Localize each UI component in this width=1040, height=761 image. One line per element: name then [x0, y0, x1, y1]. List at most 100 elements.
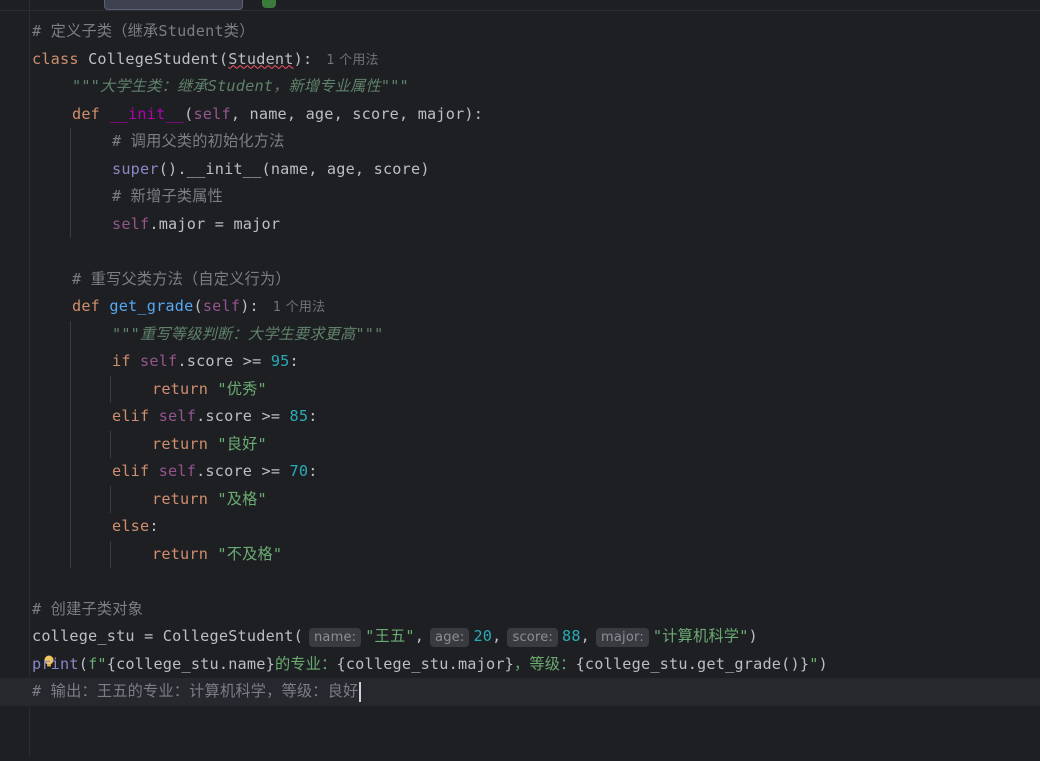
code-line: print(f"{college_stu.name}的专业：{college_s…	[32, 654, 828, 673]
code-line: elif self.score >= 85:	[0, 403, 1040, 431]
indent-guide	[70, 320, 71, 348]
indent-guide	[70, 183, 71, 211]
code-line: self.major = major	[0, 210, 1040, 238]
indent-guide	[70, 540, 71, 568]
indent-guide	[70, 403, 71, 431]
string: ，等级：	[514, 654, 576, 673]
self-param: self	[193, 104, 231, 123]
indent-guide	[70, 485, 71, 513]
docstring: """大学生类：继承Student，新增专业属性"""	[72, 77, 409, 95]
code-editor[interactable]: # 定义子类（继承Student类） class CollegeStudent(…	[0, 18, 1040, 706]
self-ref: self	[112, 214, 150, 233]
code-line: # 调用父类的初始化方法	[0, 128, 1040, 156]
code-line: def __init__(self, name, age, score, maj…	[72, 104, 484, 123]
keyword: else	[112, 517, 150, 535]
indent-guide	[110, 485, 111, 513]
keyword: def	[72, 104, 101, 123]
indent-guide	[70, 210, 71, 238]
code-line: """大学生类：继承Student，新增专业属性"""	[0, 73, 1040, 101]
code-line: # 定义子类（继承Student类）	[0, 18, 1040, 46]
docstring: """重写等级判断：大学生要求更高"""	[112, 324, 384, 343]
comment: # 输出：王五的专业：计算机科学，等级：良好	[32, 682, 359, 700]
keyword: if	[112, 352, 131, 370]
indent-guide	[110, 540, 111, 568]
param-hint-name: name:	[308, 628, 362, 647]
code-line: # 创建子类对象	[0, 596, 1040, 624]
number: 95	[270, 352, 290, 370]
indent-guide	[70, 430, 71, 458]
method-name: get_grade	[109, 297, 194, 315]
self-ref: self	[140, 352, 178, 370]
comment: # 新增子类属性	[112, 187, 224, 205]
code-line: class CollegeStudent(Student): 1 个用法	[32, 49, 379, 68]
indent-guide	[110, 430, 111, 458]
editor-tab-bar	[0, 0, 1040, 11]
base-class[interactable]: Student	[228, 50, 293, 68]
params: , name, age, score, major):	[230, 104, 484, 123]
file-tab[interactable]	[262, 0, 276, 8]
method-call: __init__	[186, 159, 262, 178]
string: 的专业：	[274, 654, 337, 673]
code-line: """重写等级判断：大学生要求更高"""	[0, 320, 1040, 348]
indent-guide	[70, 458, 71, 486]
string: "王五"	[365, 627, 415, 645]
code-line: return "及格"	[0, 485, 1040, 513]
usages-hint[interactable]: 1 个用法	[273, 300, 325, 315]
string: "及格"	[217, 489, 267, 508]
indent-guide	[70, 155, 71, 183]
number: 88	[561, 627, 581, 645]
self-param: self	[202, 297, 241, 315]
indent-guide	[70, 513, 71, 541]
code-line: if self.score >= 95:	[0, 348, 1040, 376]
builtin-print: print	[32, 654, 79, 673]
fstring-expr: {college_stu.major}	[336, 654, 515, 673]
keyword: elif	[112, 462, 150, 480]
param-hint-score: score:	[507, 628, 558, 647]
indent-guide	[70, 348, 71, 376]
number: 20	[473, 627, 493, 645]
code-line: else:	[0, 513, 1040, 541]
keyword: return	[152, 544, 209, 563]
string: "不及格"	[217, 544, 283, 563]
keyword: return	[152, 434, 209, 453]
usages-hint[interactable]: 1 个用法	[326, 53, 378, 68]
indent-guide	[70, 128, 71, 156]
assignment: college_stu = CollegeStudent(	[32, 627, 303, 645]
code-line: # 新增子类属性	[0, 183, 1040, 211]
fstring-expr: {college_stu.get_grade()}	[575, 654, 810, 673]
comment: # 定义子类（继承Student类）	[32, 22, 255, 40]
code-line: return "不及格"	[0, 540, 1040, 568]
string: "优秀"	[217, 379, 267, 398]
code-line: def get_grade(self): 1 个用法	[72, 297, 326, 315]
class-name: CollegeStudent	[88, 49, 219, 68]
code-line: super().__init__(name, age, score)	[0, 155, 1040, 183]
param-hint-major: major:	[596, 628, 649, 647]
method-name: __init__	[109, 104, 185, 123]
string: "良好"	[217, 434, 267, 453]
builtin-super: super	[112, 159, 159, 178]
indent-guide	[70, 375, 71, 403]
comment: # 重写父类方法（自定义行为）	[72, 269, 291, 288]
keyword: return	[152, 379, 209, 398]
number: 70	[289, 462, 309, 480]
keyword: return	[152, 489, 209, 508]
comment: # 创建子类对象	[32, 599, 144, 618]
indent-guide	[110, 375, 111, 403]
active-file-tab[interactable]	[104, 0, 243, 10]
string: "计算机科学"	[652, 627, 749, 645]
code-line: return "优秀"	[0, 375, 1040, 403]
comment: # 调用父类的初始化方法	[112, 132, 285, 150]
code-line: college_stu = CollegeStudent(name: "王五", a…	[32, 627, 758, 647]
self-ref: self	[158, 407, 197, 425]
param-hint-age: age:	[430, 628, 470, 647]
text-caret	[359, 681, 362, 702]
current-line[interactable]: # 输出：王五的专业：计算机科学，等级：良好	[0, 678, 1040, 706]
keyword: elif	[112, 407, 150, 425]
keyword: def	[72, 297, 101, 315]
keyword: class	[32, 49, 79, 68]
code-line: return "良好"	[0, 430, 1040, 458]
fstring-expr: {college_stu.name}	[106, 654, 275, 673]
self-ref: self	[158, 462, 197, 480]
